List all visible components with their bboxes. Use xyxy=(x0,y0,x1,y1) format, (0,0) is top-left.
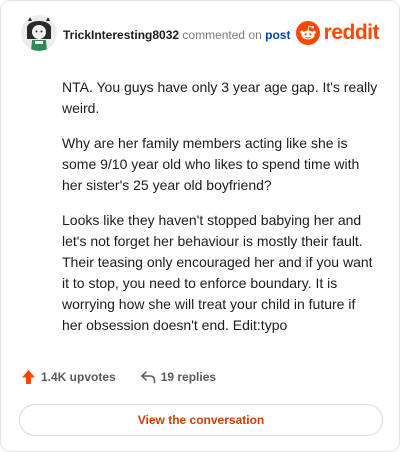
upvote-arrow-icon xyxy=(22,370,35,384)
username[interactable]: TrickInteresting8032 xyxy=(63,28,179,42)
user-avatar[interactable] xyxy=(21,15,57,51)
view-conversation-button[interactable]: View the conversation xyxy=(19,404,383,436)
reply-arrow-icon xyxy=(140,371,155,384)
comment-header: TrickInteresting8032 commented on post r… xyxy=(21,15,385,53)
post-link[interactable]: post xyxy=(265,28,290,42)
replies-count: 19 replies xyxy=(160,370,217,384)
reddit-brand[interactable]: reddit xyxy=(295,19,380,47)
comment-meta: TrickInteresting8032 commented on post xyxy=(63,28,290,42)
upvotes-stat[interactable]: 1.4K upvotes xyxy=(21,369,116,385)
action-text: commented on xyxy=(182,28,262,42)
reddit-wordmark: reddit xyxy=(323,21,380,44)
upvotes-count: 1.4K upvotes xyxy=(41,370,116,384)
reddit-logo-icon xyxy=(295,21,320,45)
avatar-illustration-icon xyxy=(21,15,57,51)
comment-stats: 1.4K upvotes 19 replies xyxy=(21,369,216,385)
comment-card: TrickInteresting8032 commented on post r… xyxy=(0,0,400,452)
comment-paragraph: Why are her family members acting like s… xyxy=(62,135,360,193)
comment-paragraph: Looks like they haven't stopped babying … xyxy=(62,212,373,333)
comment-paragraph: NTA. You guys have only 3 year age gap. … xyxy=(62,79,378,116)
replies-stat[interactable]: 19 replies xyxy=(140,370,216,384)
comment-body: NTA. You guys have only 3 year age gap. … xyxy=(62,77,378,350)
